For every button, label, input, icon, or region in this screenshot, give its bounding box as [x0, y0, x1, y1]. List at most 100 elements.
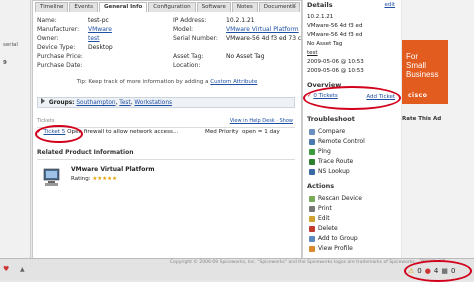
compare-icon [309, 128, 315, 135]
related-header: Related Product Information [37, 149, 295, 160]
left-sidebar-strip: serial 9 [0, 0, 31, 260]
tab-general-info[interactable]: General Info [99, 2, 148, 12]
tip-prefix: Tip: Keep track of more information by a… [76, 79, 209, 85]
add-to-group-icon [309, 235, 315, 242]
groups-label: Groups: [48, 100, 75, 106]
rating-label: Rating: [71, 176, 91, 182]
tip-text: Tip: Keep track of more information by a… [33, 79, 301, 85]
ad-text: For Small Business [406, 52, 438, 79]
action-label: Rescan Device [318, 195, 362, 202]
ad-banner[interactable]: For Small Business cisco [402, 40, 448, 104]
field-label: Location: [173, 62, 201, 69]
actions-title: Actions [307, 182, 335, 190]
related-product: VMware Virtual Platform Rating: ★★★★★ [43, 164, 293, 194]
edit-icon [309, 215, 315, 222]
owner-link[interactable]: test [88, 35, 100, 42]
action-label: NS Lookup [318, 168, 350, 175]
field-label: Owner: [37, 35, 59, 42]
detail-row[interactable]: test [307, 50, 318, 56]
status-bar: ♥ ▲ Copyright © 2006-09 Spiceworks, Inc.… [0, 258, 474, 282]
field-label: Purchase Price: [37, 53, 83, 60]
action-compare[interactable]: Compare [309, 128, 345, 135]
details-edit-link[interactable]: edit [384, 2, 395, 8]
action-trace-route[interactable]: Trace Route [309, 158, 353, 165]
field-label: Asset Tag: [173, 53, 204, 60]
tab-software[interactable]: Software [196, 2, 231, 12]
action-print[interactable]: Print [309, 205, 332, 212]
field-label: Device Type: [37, 44, 76, 51]
rescan-icon [309, 195, 315, 202]
field-value-device-type: Desktop [88, 44, 113, 51]
group-link[interactable]: Southampton [76, 100, 115, 106]
action-rescan[interactable]: Rescan Device [309, 195, 362, 202]
action-label: Remote Control [318, 138, 365, 145]
tickets-header-label: Tickets [37, 118, 55, 124]
groups-bar: Groups: Southampton, Test, Workstations [37, 97, 295, 108]
action-view-profile[interactable]: View Profile [309, 245, 353, 252]
action-label: Compare [318, 128, 346, 135]
detail-row: 2009-05-06 @ 10:53 [307, 59, 364, 65]
field-label: Manufacturer: [37, 26, 80, 33]
field-label: Serial Number: [173, 35, 218, 42]
remote-control-icon [309, 138, 315, 145]
group-link[interactable]: Test [119, 100, 130, 106]
rating-stars: ★★★★★ [92, 176, 117, 182]
expand-arrow-icon[interactable] [41, 98, 45, 104]
tickets-help-links[interactable]: View in Help Desk · Show [230, 118, 293, 124]
tab-configuration[interactable]: Configuration [148, 2, 196, 12]
spiceworks-logo-icon: ♥ [3, 265, 10, 273]
computer-icon [43, 168, 60, 186]
annotation-circle [35, 125, 83, 143]
delete-icon [309, 225, 315, 232]
annotation-circle [303, 86, 401, 110]
field-value-ip: 10.2.1.21 [226, 17, 255, 24]
action-label: Edit [318, 215, 330, 222]
rate-ad-link[interactable]: Rate This Ad [402, 116, 441, 122]
action-ping[interactable]: Ping [309, 148, 331, 155]
ad-line: Small [406, 61, 427, 70]
strip-label: serial [3, 42, 18, 48]
close-icon[interactable]: ✕ [291, 2, 297, 10]
strip-number: 9 [3, 60, 7, 66]
field-label: Name: [37, 17, 57, 24]
view-profile-icon [309, 245, 315, 252]
action-label: Delete [318, 225, 338, 232]
action-add-to-group[interactable]: Add to Group [309, 235, 358, 242]
custom-attribute-link[interactable]: Custom Attribute [210, 79, 257, 85]
ticket-summary: Open firewall to allow network access... [67, 129, 179, 135]
ns-lookup-icon [309, 168, 315, 175]
action-label: Print [318, 205, 332, 212]
tab-timeline[interactable]: Timeline [35, 2, 69, 12]
field-value-name: test-pc [88, 17, 109, 24]
detail-row: No Asset Tag [307, 41, 343, 47]
action-edit[interactable]: Edit [309, 215, 330, 222]
field-label: IP Address: [173, 17, 207, 24]
details-title: Details [307, 1, 333, 9]
ticket-status: open = 1 day [242, 129, 280, 135]
ping-icon [309, 148, 315, 155]
detail-row: 10.2.1.21 [307, 14, 334, 20]
trace-route-icon [309, 158, 315, 165]
group-link[interactable]: Workstations [134, 100, 172, 106]
ad-line: For [406, 52, 418, 61]
ad-line: Business [406, 70, 439, 79]
product-rating: Rating: ★★★★★ [71, 176, 117, 182]
action-label: Ping [318, 148, 331, 155]
footer-chevron-icon[interactable]: ▲ [20, 266, 25, 273]
tab-bar: Timeline Events General Info Configurati… [35, 2, 301, 12]
print-icon [309, 205, 315, 212]
action-remote-control[interactable]: Remote Control [309, 138, 365, 145]
model-link[interactable]: VMware Virtual Platform [226, 26, 299, 33]
copyright-text: Copyright © 2006-09 Spiceworks, Inc. "Sp… [170, 260, 419, 265]
manufacturer-link[interactable]: VMware [88, 26, 112, 33]
advertisement: For Small Business cisco Rate This Ad [402, 0, 474, 258]
cisco-logo: cisco [408, 92, 428, 99]
tab-events[interactable]: Events [69, 2, 99, 12]
tab-notes[interactable]: Notes [231, 2, 258, 12]
detail-row: VMware-56 4d f3 ed [307, 32, 363, 38]
action-ns-lookup[interactable]: NS Lookup [309, 168, 350, 175]
field-value-asset-tag: No Asset Tag [226, 53, 265, 60]
detail-row: 2009-05-06 @ 10:53 [307, 68, 364, 74]
action-delete[interactable]: Delete [309, 225, 338, 232]
field-value-serial: VMware-56 4d f3 ed 73 c... [226, 35, 307, 42]
